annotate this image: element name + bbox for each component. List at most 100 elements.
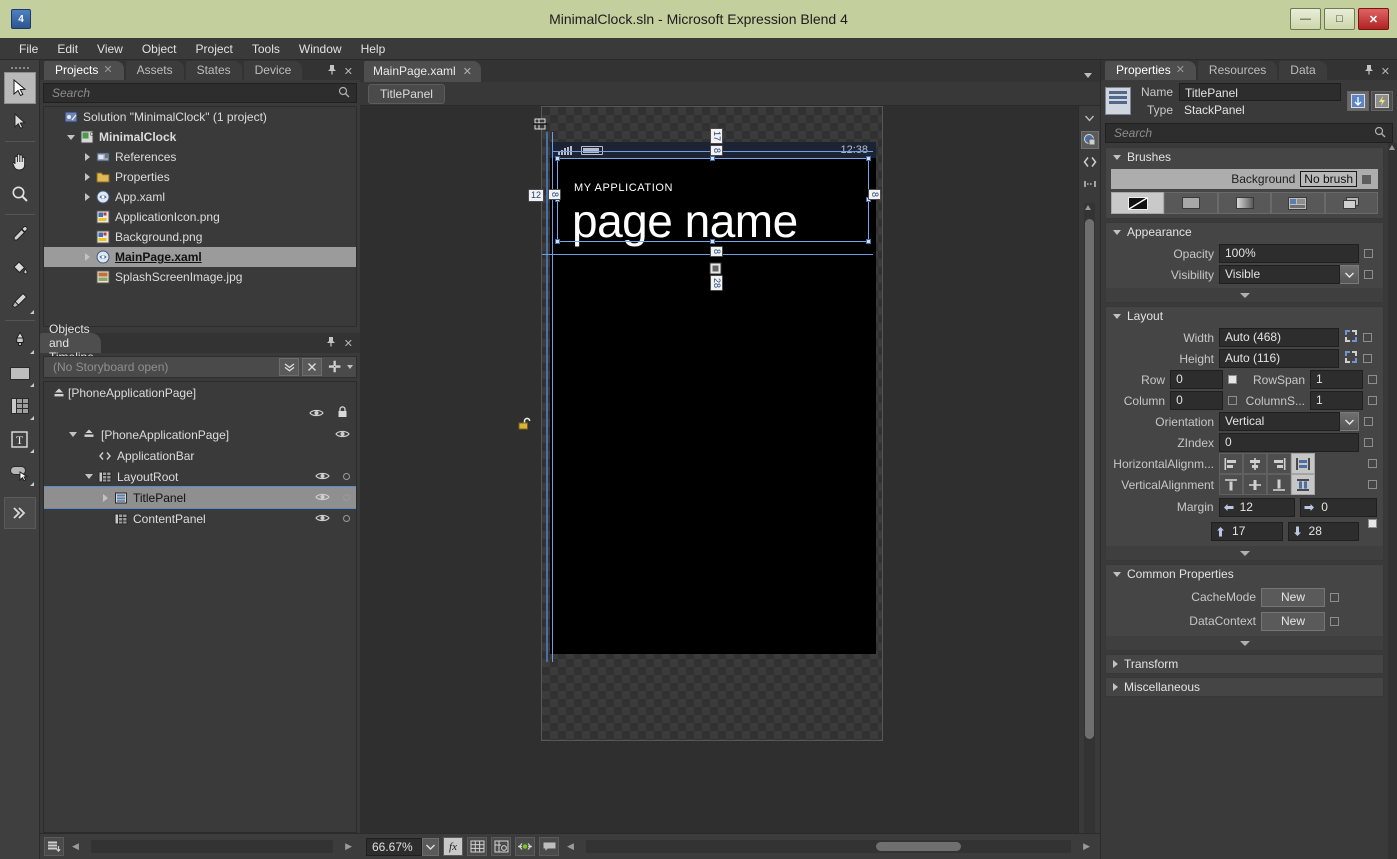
storyboard-menu-caret-icon[interactable] xyxy=(347,365,353,369)
snap-to-gridlines-button[interactable] xyxy=(491,837,511,856)
layout-expand-button[interactable] xyxy=(1106,546,1383,560)
document-tabs-menu-icon[interactable] xyxy=(1084,73,1092,78)
maximize-button[interactable]: □ xyxy=(1324,8,1355,30)
align-center-button[interactable] xyxy=(1243,453,1267,474)
menu-edit[interactable]: Edit xyxy=(48,39,87,59)
twisty[interactable] xyxy=(80,193,94,201)
close-panel-icon[interactable]: ✕ xyxy=(344,65,353,78)
artboard-vertical-scrollbar[interactable] xyxy=(1084,203,1095,833)
tab-resources[interactable]: Resources xyxy=(1197,61,1278,80)
more-tools-button[interactable] xyxy=(3,497,36,529)
valign-bottom-button[interactable] xyxy=(1267,474,1291,495)
halign-advanced-toggle[interactable] xyxy=(1368,459,1377,468)
toolbox-grip[interactable] xyxy=(8,64,32,72)
visibility-advanced-toggle[interactable] xyxy=(1364,270,1373,279)
width-field[interactable]: Auto (468) xyxy=(1219,328,1339,347)
opacity-advanced-toggle[interactable] xyxy=(1364,249,1373,258)
chevron-down-icon[interactable] xyxy=(1340,265,1359,284)
brush-resources-button[interactable] xyxy=(1324,192,1379,214)
datacontext-new-button[interactable]: New xyxy=(1261,611,1325,631)
cachemode-advanced-toggle[interactable] xyxy=(1330,592,1339,602)
row-field[interactable]: 0 xyxy=(1170,370,1224,389)
tree-item[interactable]: Background.png xyxy=(44,227,356,247)
grid-tool[interactable] xyxy=(4,390,36,422)
datacontext-advanced-toggle[interactable] xyxy=(1330,616,1339,626)
column-advanced-toggle[interactable] xyxy=(1228,396,1238,405)
menu-window[interactable]: Window xyxy=(290,39,351,59)
split-view-button[interactable] xyxy=(1081,175,1099,193)
close-tab-icon[interactable]: ✕ xyxy=(103,63,112,77)
common-properties-header[interactable]: Common Properties xyxy=(1106,565,1383,583)
close-button[interactable]: ✕ xyxy=(1358,8,1389,30)
canvas-scroll-right-button[interactable]: ▶ xyxy=(1079,841,1094,852)
twisty[interactable] xyxy=(66,432,80,437)
scroll-left-button[interactable]: ◀ xyxy=(68,841,83,852)
width-advanced-toggle[interactable] xyxy=(1363,333,1372,342)
margin-badge-inner-right[interactable]: 8 xyxy=(868,189,881,201)
lock-toggle[interactable] xyxy=(343,473,350,480)
tab-assets[interactable]: Assets xyxy=(125,61,184,80)
margin-left-field[interactable]: 12 xyxy=(1218,497,1296,517)
gradient-brush-button[interactable] xyxy=(1217,192,1272,214)
canvas-scroll-left-button[interactable]: ◀ xyxy=(563,841,578,852)
layout-header[interactable]: Layout xyxy=(1106,307,1383,325)
solution-tree[interactable]: Solution "MinimalClock" (1 project) C# Min… xyxy=(43,106,357,327)
margin-right-field[interactable]: 0 xyxy=(1300,497,1377,517)
paint-bucket-tool[interactable] xyxy=(4,251,36,283)
margin-badge-inner-bottom[interactable]: 8 xyxy=(710,246,723,258)
twisty[interactable] xyxy=(64,134,78,140)
control-tool[interactable] xyxy=(4,456,36,488)
close-panel-icon[interactable]: ✕ xyxy=(344,337,353,350)
scroll-up-icon[interactable] xyxy=(1389,145,1395,150)
twisty[interactable] xyxy=(82,474,96,479)
design-canvas[interactable]: 12:38 MY APPLICATION page name 17 8 8 28… xyxy=(360,106,1078,833)
object-tree-item[interactable]: LayoutRoot xyxy=(44,466,356,487)
columnspan-field[interactable]: 1 xyxy=(1310,391,1363,410)
height-auto-button[interactable] xyxy=(1344,350,1358,367)
zoom-tool[interactable] xyxy=(4,178,36,210)
objects-scope-row[interactable]: [PhoneApplicationPage] xyxy=(44,382,356,403)
layout-anchor-icon[interactable] xyxy=(533,117,547,134)
scroll-up-icon[interactable] xyxy=(1085,205,1091,210)
tab-states[interactable]: States xyxy=(185,61,242,80)
zoom-control[interactable]: 66.67% xyxy=(366,837,439,856)
column-field[interactable]: 0 xyxy=(1170,391,1224,410)
brushes-header[interactable]: Brushes xyxy=(1106,148,1383,166)
rowspan-advanced-toggle[interactable] xyxy=(1368,375,1377,384)
menu-tools[interactable]: Tools xyxy=(243,39,289,59)
zoom-value[interactable]: 66.67% xyxy=(366,837,422,856)
rail-menu-caret-icon[interactable] xyxy=(1081,109,1099,127)
margin-top-field[interactable]: 17 xyxy=(1211,521,1283,541)
tree-item[interactable]: App.xaml xyxy=(44,187,356,207)
menu-help[interactable]: Help xyxy=(352,39,395,59)
zindex-advanced-toggle[interactable] xyxy=(1364,438,1373,447)
twisty[interactable] xyxy=(80,253,94,261)
lock-toggle[interactable] xyxy=(343,494,350,501)
direct-selection-tool[interactable] xyxy=(4,105,36,137)
effects-button[interactable]: fx xyxy=(443,837,463,856)
visibility-icon[interactable] xyxy=(315,470,330,484)
miscellaneous-section[interactable]: Miscellaneous xyxy=(1105,677,1384,697)
pin-icon[interactable] xyxy=(1364,64,1374,78)
properties-search[interactable] xyxy=(1105,123,1393,143)
breadcrumb-titlepanel[interactable]: TitlePanel xyxy=(368,83,445,104)
zindex-field[interactable]: 0 xyxy=(1219,433,1359,452)
twisty[interactable] xyxy=(80,173,94,181)
object-tree-item[interactable]: ApplicationBar xyxy=(44,445,356,466)
pin-icon[interactable] xyxy=(327,64,337,78)
orientation-value[interactable]: Vertical xyxy=(1219,412,1340,431)
show-events-button[interactable] xyxy=(1371,91,1393,111)
eyedropper-tool[interactable] xyxy=(4,218,36,250)
appearance-expand-button[interactable] xyxy=(1106,288,1383,302)
row-advanced-toggle[interactable] xyxy=(1228,375,1238,384)
zoom-dropdown-icon[interactable] xyxy=(422,837,439,856)
tab-mainpage-xaml[interactable]: MainPage.xaml ✕ xyxy=(364,61,481,82)
no-brush-button[interactable] xyxy=(1111,192,1165,214)
tile-brush-button[interactable] xyxy=(1271,192,1325,214)
new-storyboard-button[interactable]: ✛ xyxy=(325,358,344,376)
tree-item[interactable]: References xyxy=(44,147,356,167)
visibility-combo[interactable]: Visible xyxy=(1219,265,1359,284)
xaml-view-button[interactable] xyxy=(1081,153,1099,171)
menu-project[interactable]: Project xyxy=(187,39,242,59)
close-storyboard-button[interactable] xyxy=(302,358,323,376)
